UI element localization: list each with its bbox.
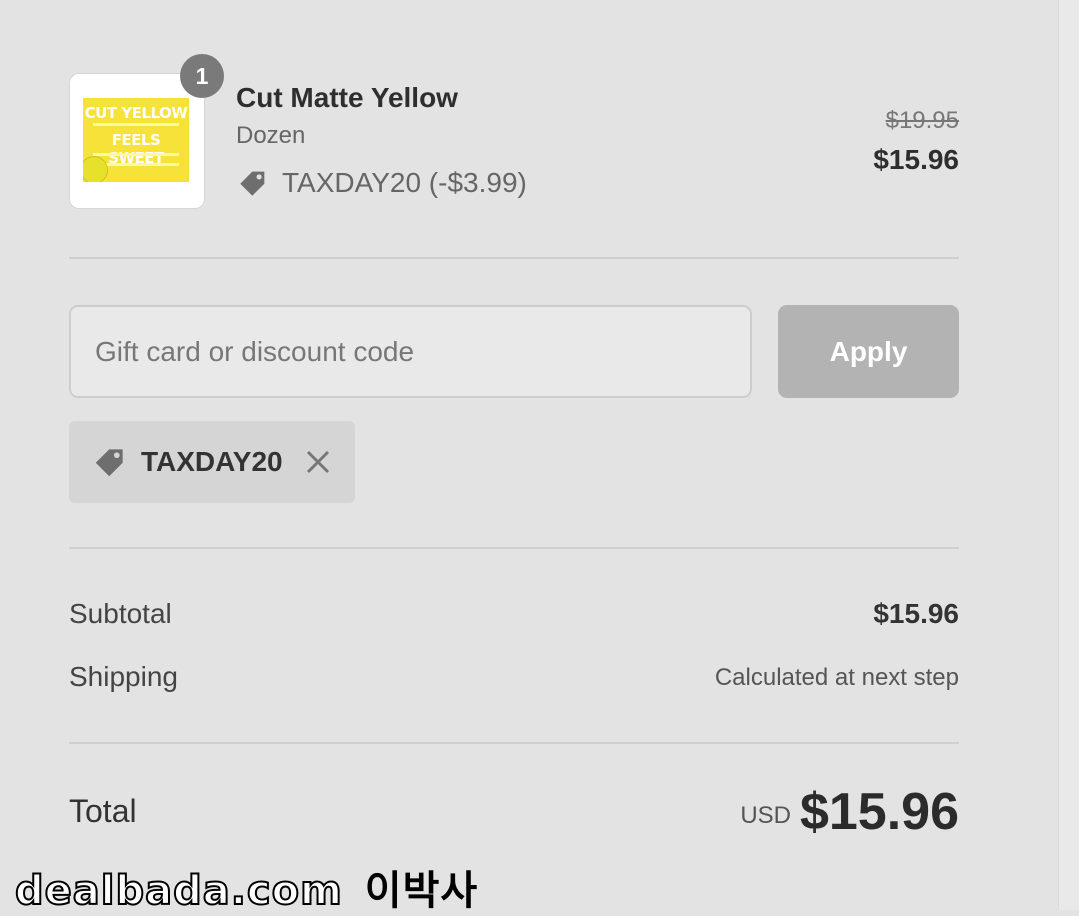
shipping-label: Shipping [69, 661, 178, 692]
product-image-stripe [93, 153, 179, 156]
tag-icon [91, 443, 129, 481]
product-image: CUT YELLOW FEELS SWEET [83, 98, 189, 182]
product-variant: Dozen [236, 122, 306, 149]
quantity-badge: 1 [180, 54, 224, 98]
cart-line-item: CUT YELLOW FEELS SWEET 1 Cut Matte Yello… [69, 54, 959, 212]
subtotal-value: $15.96 [873, 598, 959, 629]
apply-button[interactable]: Apply [778, 305, 959, 398]
discount-code-input[interactable] [69, 305, 752, 398]
currency-code: USD [740, 802, 791, 829]
watermark-site: dealbada.com [14, 867, 343, 915]
divider [69, 257, 959, 259]
tag-icon [236, 166, 270, 200]
total-value: $15.96 [799, 783, 959, 841]
product-discount-text: TAXDAY20 (-$3.99) [282, 167, 527, 198]
product-image-text-line1: CUT YELLOW [84, 104, 188, 122]
watermark-author: 이박사 [364, 868, 479, 914]
divider [69, 742, 959, 744]
product-name: Cut Matte Yellow [236, 82, 458, 113]
subtotal-label: Subtotal [69, 598, 172, 629]
applied-discount-chip: TAXDAY20 [69, 421, 355, 503]
product-thumbnail: CUT YELLOW FEELS SWEET [69, 73, 205, 209]
shipping-value: Calculated at next step [714, 664, 959, 691]
close-icon[interactable] [305, 449, 331, 475]
original-price: $19.95 [885, 107, 959, 134]
product-image-stripe [93, 123, 179, 126]
discounted-price: $15.96 [873, 144, 959, 175]
watermark: dealbada.com 이박사 [14, 858, 479, 916]
total-label: Total [69, 793, 137, 829]
divider [69, 547, 959, 549]
applied-discount-code: TAXDAY20 [141, 446, 283, 477]
golf-ball-graphic [83, 156, 108, 182]
product-discount: TAXDAY20 (-$3.99) [236, 166, 527, 200]
scrollbar-track [1058, 0, 1079, 910]
